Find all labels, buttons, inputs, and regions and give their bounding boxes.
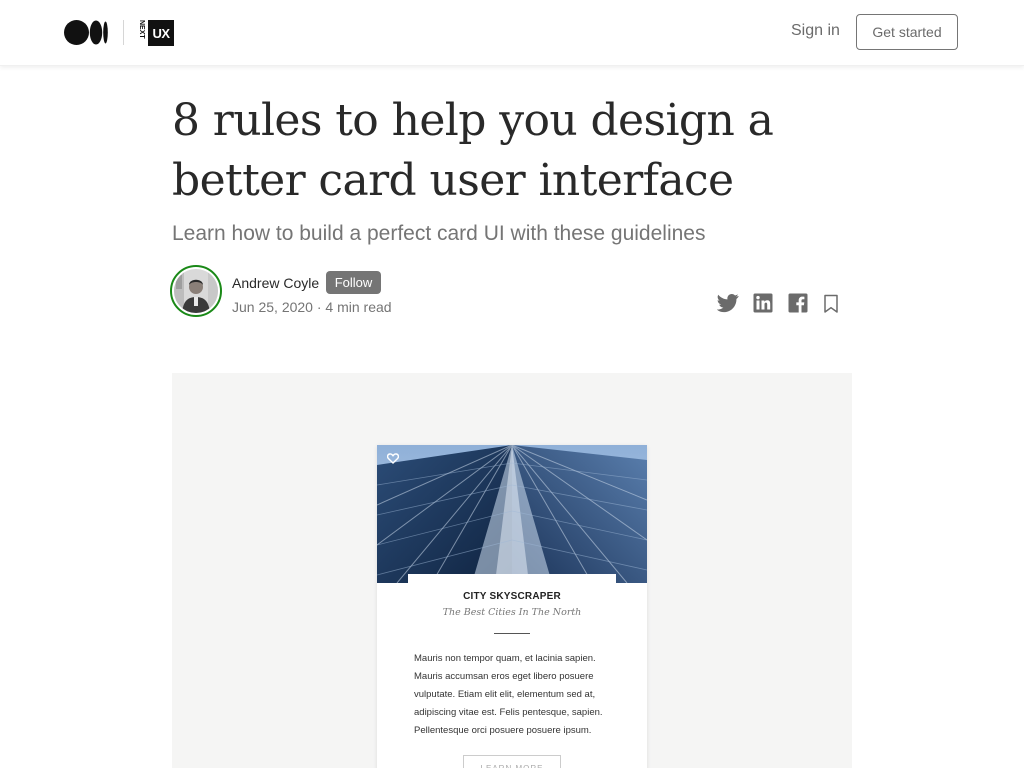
skyscraper-image xyxy=(377,445,647,583)
card-divider xyxy=(494,633,530,634)
article-subtitle: Learn how to build a perfect card UI wit… xyxy=(172,222,706,245)
twitter-icon[interactable] xyxy=(717,293,739,313)
facebook-icon[interactable] xyxy=(788,293,808,313)
read-time: 4 min read xyxy=(325,299,392,315)
author-name[interactable]: Andrew Coyle xyxy=(232,275,319,291)
publication-logo[interactable]: NEXT UX xyxy=(137,20,174,46)
top-navigation: NEXT UX Sign in Get started xyxy=(0,0,1024,66)
linkedin-icon[interactable] xyxy=(753,293,773,313)
publication-logo-ux: UX xyxy=(148,20,174,46)
heart-icon[interactable] xyxy=(387,453,399,464)
hero-figure: CITY SKYSCRAPER The Best Cities In The N… xyxy=(172,373,852,768)
publish-date: Jun 25, 2020 xyxy=(232,299,313,315)
author-photo xyxy=(174,269,218,313)
logo-divider xyxy=(123,20,124,45)
card-body-text: Mauris non tempor quam, et lacinia sapie… xyxy=(414,653,603,736)
card-subtitle: The Best Cities In The North xyxy=(442,607,582,618)
sign-in-link[interactable]: Sign in xyxy=(791,22,840,40)
get-started-button[interactable]: Get started xyxy=(856,14,958,50)
bookmark-icon[interactable] xyxy=(823,294,839,314)
publication-logo-next: NEXT xyxy=(138,20,145,39)
meta-separator: · xyxy=(312,299,326,315)
card-mockup: CITY SKYSCRAPER The Best Cities In The N… xyxy=(377,445,647,768)
medium-logo-icon[interactable] xyxy=(64,20,108,45)
article-meta: Jun 25, 2020 · 4 min read xyxy=(232,299,392,315)
author-avatar[interactable] xyxy=(170,265,222,317)
follow-button[interactable]: Follow xyxy=(326,271,381,294)
article-title: 8 rules to help you design a better card… xyxy=(172,95,774,206)
learn-more-button[interactable]: LEARN MORE xyxy=(463,755,561,768)
card-title: CITY SKYSCRAPER xyxy=(463,591,561,602)
card-title-tab xyxy=(408,574,616,586)
